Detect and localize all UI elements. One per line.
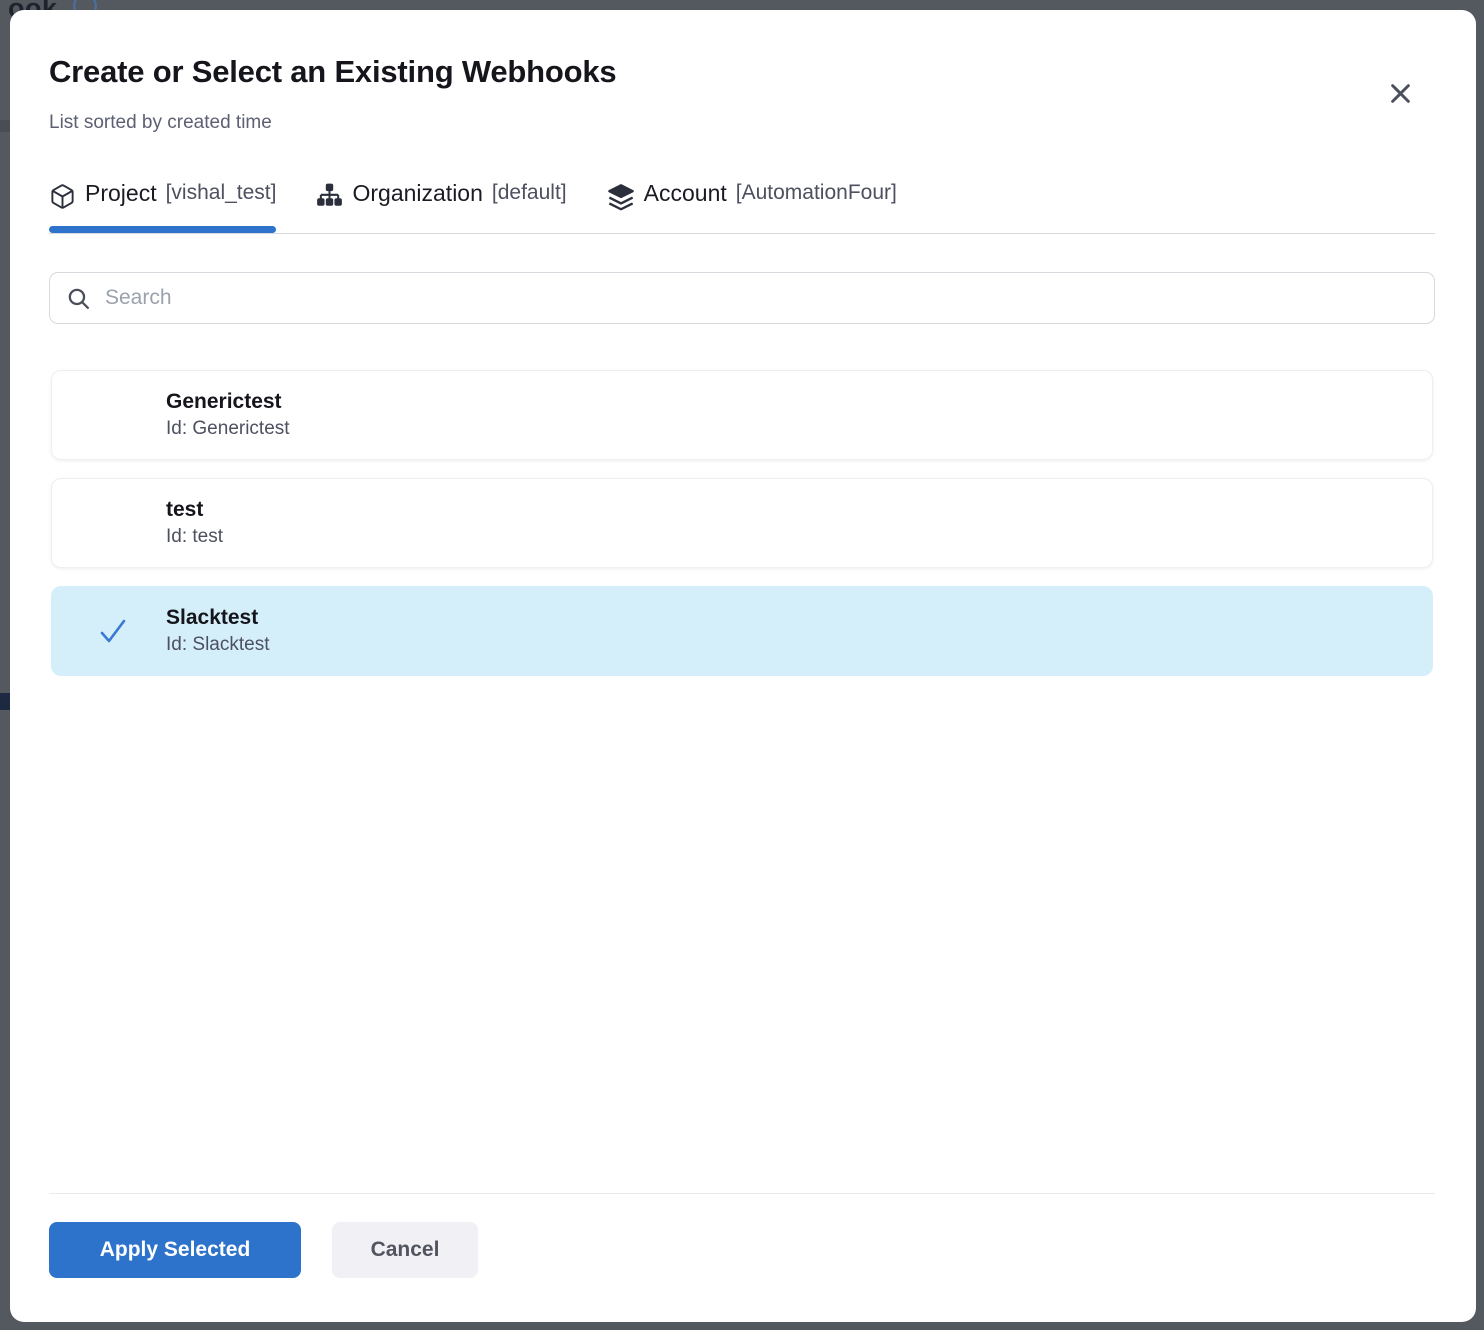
tab-bar: Project [vishal_test] Organization — [49, 168, 1435, 234]
cube-icon — [49, 183, 76, 210]
search-icon — [66, 286, 91, 311]
item-id: Id: Slacktest — [166, 632, 1432, 658]
tab-label: Organization — [352, 180, 482, 207]
item-id: Id: Generictest — [166, 416, 1432, 442]
list-item-test[interactable]: test Id: test — [51, 478, 1433, 568]
footer-divider — [49, 1193, 1435, 1194]
tab-context: [vishal_test] — [166, 181, 277, 205]
tab-label: Account — [644, 180, 727, 207]
tab-account[interactable]: Account [AutomationFour] — [607, 168, 897, 233]
tab-project[interactable]: Project [vishal_test] — [49, 168, 276, 233]
tab-context: [default] — [492, 181, 567, 205]
webhook-list: Generictest Id: Generictest test Id: tes… — [51, 370, 1433, 676]
item-name: Generictest — [166, 388, 1432, 416]
search-box — [49, 272, 1435, 324]
list-item-generictest[interactable]: Generictest Id: Generictest — [51, 370, 1433, 460]
modal-subtitle: List sorted by created time — [49, 112, 272, 134]
org-chart-icon — [316, 183, 343, 210]
backdrop-artifact — [0, 693, 10, 710]
list-item-slacktest[interactable]: Slacktest Id: Slacktest — [51, 586, 1433, 676]
search-input[interactable] — [105, 286, 1418, 310]
item-id: Id: test — [166, 524, 1432, 550]
close-button[interactable] — [1380, 75, 1420, 115]
backdrop-artifact — [0, 120, 10, 132]
active-tab-underline — [49, 226, 276, 233]
item-name: Slacktest — [166, 604, 1432, 632]
tab-organization[interactable]: Organization [default] — [316, 168, 566, 233]
tab-context: [AutomationFour] — [736, 181, 897, 205]
cancel-button[interactable]: Cancel — [332, 1222, 478, 1278]
close-icon — [1387, 80, 1414, 110]
check-icon — [96, 616, 130, 646]
apply-selected-button[interactable]: Apply Selected — [49, 1222, 301, 1278]
modal-title: Create or Select an Existing Webhooks — [49, 54, 616, 90]
webhook-select-modal: Create or Select an Existing Webhooks Li… — [10, 10, 1476, 1322]
tab-label: Project — [85, 180, 157, 207]
layers-icon — [607, 183, 635, 211]
footer: Apply Selected Cancel — [49, 1222, 478, 1278]
item-name: test — [166, 496, 1432, 524]
